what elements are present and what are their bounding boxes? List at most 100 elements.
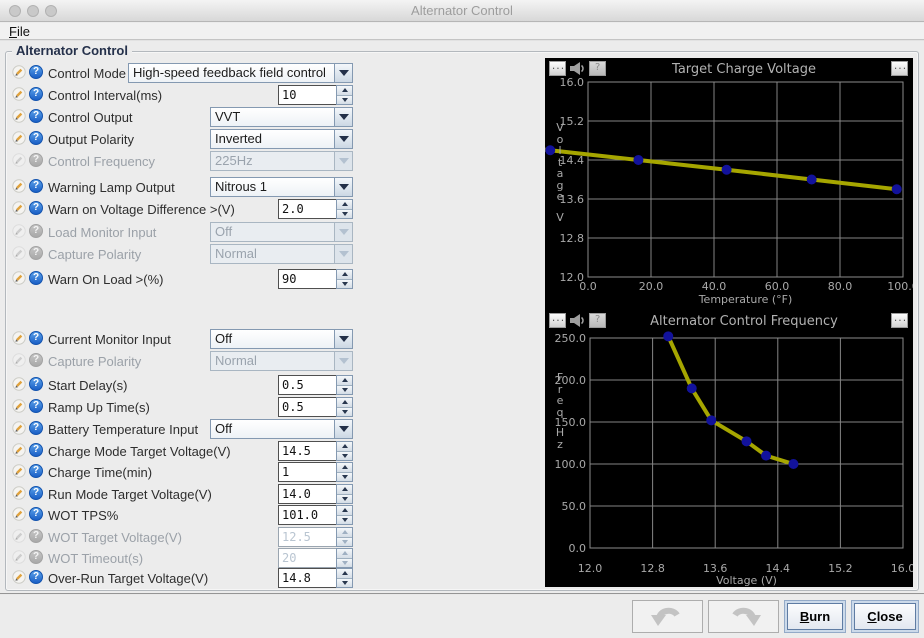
edit-pencil-icon[interactable] [12, 507, 26, 521]
chart-help-button[interactable]: ? [589, 61, 606, 76]
chart-options-button[interactable]: ... [891, 313, 908, 328]
help-icon[interactable]: ? [29, 224, 43, 238]
speaker-icon[interactable] [569, 314, 585, 327]
curve-point[interactable] [761, 451, 771, 461]
spinner-enabled[interactable]: 10 [278, 85, 353, 105]
spinner-enabled[interactable]: 14.5 [278, 441, 353, 461]
help-icon[interactable]: ? [29, 87, 43, 101]
spinner-down-button[interactable] [337, 494, 352, 504]
help-icon[interactable]: ? [29, 399, 43, 413]
curve-point[interactable] [663, 331, 673, 341]
spinner-value[interactable]: 1 [278, 462, 336, 482]
dropdown-arrow-button[interactable] [334, 64, 352, 82]
help-icon[interactable]: ? [29, 65, 43, 79]
curve-point[interactable] [722, 165, 732, 175]
help-icon[interactable]: ? [29, 331, 43, 345]
dropdown-arrow-button[interactable] [334, 108, 352, 126]
spinner-value[interactable]: 101.0 [278, 505, 336, 525]
spinner-down-button[interactable] [337, 515, 352, 525]
chart-menu-button[interactable]: ... [549, 61, 566, 76]
speaker-icon[interactable] [569, 62, 585, 75]
spinner-up-button[interactable] [337, 270, 352, 279]
dropdown-enabled[interactable]: Off [210, 329, 353, 349]
spinner-down-button[interactable] [337, 472, 352, 482]
dropdown-enabled[interactable]: VVT [210, 107, 353, 127]
spinner-value[interactable]: 14.8 [278, 568, 336, 588]
redo-button[interactable] [708, 600, 779, 633]
spinner-enabled[interactable]: 2.0 [278, 199, 353, 219]
help-icon[interactable]: ? [29, 464, 43, 478]
help-icon[interactable]: ? [29, 550, 43, 564]
edit-pencil-icon[interactable] [12, 109, 26, 123]
burn-button[interactable]: Burn [784, 600, 846, 633]
help-icon[interactable]: ? [29, 443, 43, 457]
spinner-enabled[interactable]: 101.0 [278, 505, 353, 525]
curve-point[interactable] [633, 155, 643, 165]
curve-point[interactable] [742, 436, 752, 446]
spinner-value[interactable]: 12.5 [278, 527, 336, 547]
spinner-up-button[interactable] [337, 569, 352, 578]
spinner-down-button[interactable] [337, 279, 352, 289]
spinner-down-button[interactable] [337, 95, 352, 105]
edit-pencil-icon[interactable] [12, 179, 26, 193]
curve-point[interactable] [687, 383, 697, 393]
spinner-up-button[interactable] [337, 485, 352, 494]
edit-pencil-icon[interactable] [12, 131, 26, 145]
dropdown-enabled[interactable]: Off [210, 419, 353, 439]
spinner-up-button[interactable] [337, 376, 352, 385]
help-icon[interactable]: ? [29, 153, 43, 167]
help-icon[interactable]: ? [29, 246, 43, 260]
spinner-value[interactable]: 14.5 [278, 441, 336, 461]
dropdown-arrow-button[interactable] [334, 130, 352, 148]
edit-pencil-icon[interactable] [12, 153, 26, 167]
edit-pencil-icon[interactable] [12, 464, 26, 478]
chart-menu-button[interactable]: ... [549, 313, 566, 328]
curve-point[interactable] [706, 415, 716, 425]
spinner-enabled[interactable]: 14.0 [278, 484, 353, 504]
edit-pencil-icon[interactable] [12, 443, 26, 457]
edit-pencil-icon[interactable] [12, 65, 26, 79]
spinner-up-button[interactable] [337, 442, 352, 451]
spinner-up-button[interactable] [337, 506, 352, 515]
curve-point[interactable] [807, 175, 817, 185]
help-icon[interactable]: ? [29, 131, 43, 145]
edit-pencil-icon[interactable] [12, 271, 26, 285]
edit-pencil-icon[interactable] [12, 331, 26, 345]
spinner-enabled[interactable]: 90 [278, 269, 353, 289]
edit-pencil-icon[interactable] [12, 399, 26, 413]
help-icon[interactable]: ? [29, 421, 43, 435]
spinner-value[interactable]: 10 [278, 85, 336, 105]
spinner-down-button[interactable] [337, 407, 352, 417]
edit-pencil-icon[interactable] [12, 201, 26, 215]
spinner-down-button[interactable] [337, 385, 352, 395]
help-icon[interactable]: ? [29, 486, 43, 500]
edit-pencil-icon[interactable] [12, 421, 26, 435]
help-icon[interactable]: ? [29, 201, 43, 215]
help-icon[interactable]: ? [29, 353, 43, 367]
edit-pencil-icon[interactable] [12, 529, 26, 543]
dropdown-arrow-button[interactable] [334, 178, 352, 196]
dropdown-enabled[interactable]: Nitrous 1 [210, 177, 353, 197]
curve-point[interactable] [892, 184, 902, 194]
spinner-up-button[interactable] [337, 398, 352, 407]
undo-button[interactable] [632, 600, 703, 633]
dropdown-enabled[interactable]: High-speed feedback field control [128, 63, 353, 83]
dropdown-enabled[interactable]: Inverted [210, 129, 353, 149]
help-icon[interactable]: ? [29, 377, 43, 391]
spinner-value[interactable]: 0.5 [278, 375, 336, 395]
spinner-down-button[interactable] [337, 209, 352, 219]
spinner-up-button[interactable] [337, 200, 352, 209]
spinner-value[interactable]: 14.0 [278, 484, 336, 504]
spinner-up-button[interactable] [337, 463, 352, 472]
spinner-up-button[interactable] [337, 86, 352, 95]
edit-pencil-icon[interactable] [12, 377, 26, 391]
dropdown-arrow-button[interactable] [334, 420, 352, 438]
help-icon[interactable]: ? [29, 507, 43, 521]
edit-pencil-icon[interactable] [12, 224, 26, 238]
edit-pencil-icon[interactable] [12, 353, 26, 367]
spinner-enabled[interactable]: 0.5 [278, 375, 353, 395]
help-icon[interactable]: ? [29, 271, 43, 285]
spinner-down-button[interactable] [337, 451, 352, 461]
help-icon[interactable]: ? [29, 570, 43, 584]
spinner-value[interactable]: 90 [278, 269, 336, 289]
